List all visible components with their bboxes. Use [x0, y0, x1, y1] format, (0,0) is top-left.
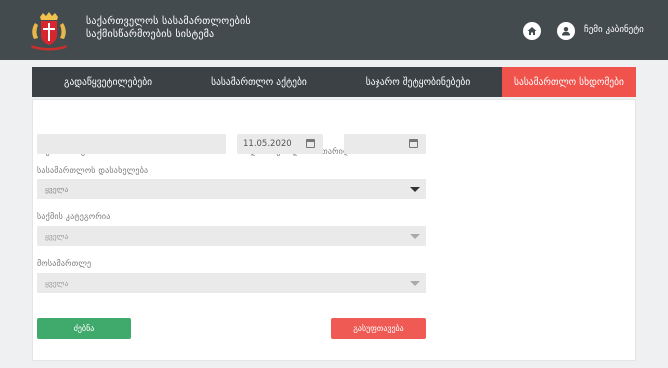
- chevron-down-icon: [410, 281, 420, 286]
- date-from-input[interactable]: 11.05.2020: [237, 134, 323, 154]
- my-cabinet-link[interactable]: ჩემი კაბინეტი: [584, 25, 644, 35]
- case-category-label: საქმის კატეგორია: [37, 212, 111, 221]
- chevron-down-icon: [410, 234, 420, 239]
- app-title-line1: საქართველოს სასამართლოების: [86, 16, 251, 27]
- search-button[interactable]: ძებნა: [37, 318, 131, 339]
- nav-tab-court-hearings[interactable]: სასამართლო სხდომები: [502, 67, 636, 97]
- case-number-input[interactable]: [37, 134, 226, 154]
- judge-label: მოსამართლე: [37, 259, 92, 268]
- coat-of-arms-logo[interactable]: [26, 9, 72, 53]
- calendar-icon[interactable]: [306, 139, 315, 148]
- home-icon: [527, 27, 537, 35]
- court-name-label: სასამართლოს დასახელება: [37, 166, 149, 175]
- app-header: საქართველოს სასამართლოების საქმისწარმოებ…: [0, 0, 668, 60]
- nav-tab-public-notices[interactable]: საჯარო შეტყობინებები: [334, 67, 502, 97]
- search-form-card: საქმის ნომერი მიმდინარე სხდომის თარიღი 1…: [32, 99, 636, 361]
- chevron-down-icon: [410, 187, 420, 192]
- case-category-select[interactable]: ყველა: [37, 226, 426, 246]
- case-category-value: ყველა: [45, 231, 69, 241]
- judge-select[interactable]: ყველა: [37, 273, 426, 293]
- judge-value: ყველა: [45, 278, 69, 288]
- main-nav: გადაწყვეტილებები სასამართლო აქტები საჯარ…: [32, 67, 636, 97]
- app-title: საქართველოს სასამართლოების საქმისწარმოებ…: [86, 15, 251, 41]
- home-button[interactable]: [523, 22, 541, 40]
- date-to-input[interactable]: [344, 134, 426, 154]
- date-from-value: 11.05.2020: [243, 139, 292, 149]
- app-title-line2: საქმისწარმოების სისტემა: [86, 29, 215, 40]
- user-icon: [562, 27, 570, 36]
- clear-button[interactable]: გასუფთავება: [331, 318, 426, 339]
- court-name-value: ყველა: [45, 184, 69, 194]
- calendar-icon[interactable]: [409, 139, 418, 148]
- nav-tab-decisions[interactable]: გადაწყვეტილებები: [32, 67, 184, 97]
- nav-tab-court-acts[interactable]: სასამართლო აქტები: [184, 67, 334, 97]
- user-button[interactable]: [557, 22, 575, 40]
- court-name-select[interactable]: ყველა: [37, 179, 426, 199]
